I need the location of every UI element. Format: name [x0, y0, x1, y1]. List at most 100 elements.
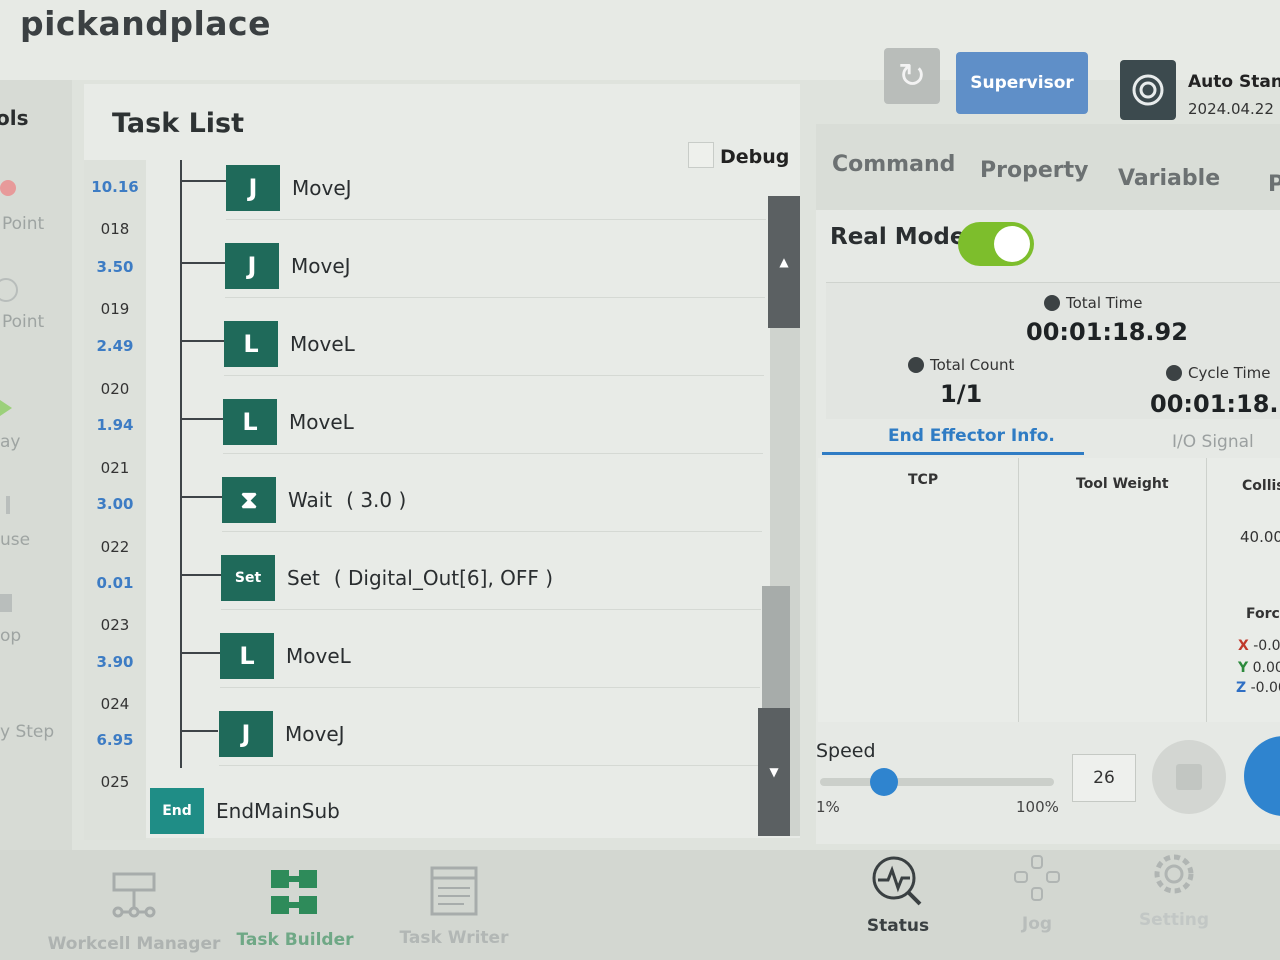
speed-slider-track[interactable] [820, 778, 1054, 786]
arrow-up-icon: ▲ [779, 255, 789, 269]
command-row[interactable]: J MoveJ [226, 157, 766, 220]
end-effector-table [818, 458, 1280, 722]
line-number: 025 [100, 773, 130, 791]
force-y-value: 0.00 [1252, 660, 1280, 676]
counter-icon [908, 357, 924, 373]
workcell-icon [112, 872, 156, 918]
cycle-time-title: Cycle Time [1166, 364, 1270, 382]
command-row[interactable]: ⧗ Wait ( 3.0 ) [222, 469, 762, 532]
command-label: Set [287, 566, 320, 590]
tab-property[interactable]: Property [980, 158, 1088, 183]
nav-jog[interactable]: Jog [1004, 850, 1070, 934]
tool-item-label[interactable]: Point [2, 312, 44, 332]
tab-more[interactable]: P [1268, 172, 1280, 197]
line-time: 0.01 [96, 574, 134, 592]
cycle-clock-icon [1166, 365, 1182, 381]
command-label: MoveL [289, 410, 354, 434]
arrow-down-icon: ▼ [769, 765, 779, 779]
nav-task-builder[interactable]: Task Builder [232, 862, 358, 950]
command-label: EndMainSub [216, 799, 340, 823]
scroll-up-button[interactable]: ▲ [768, 196, 800, 328]
tool-item-label[interactable]: use [0, 530, 30, 550]
tool-item-label[interactable]: op [0, 626, 21, 646]
task-writer-icon [430, 866, 478, 916]
tools-panel: Point Point ay use op y Step [0, 80, 72, 850]
command-label: MoveJ [292, 176, 352, 200]
tab-variable[interactable]: Variable [1118, 166, 1220, 191]
speed-value-input[interactable]: 26 [1072, 754, 1136, 802]
command-row[interactable]: L MoveL [220, 625, 760, 688]
status-icon [872, 856, 922, 906]
scroll-down-button[interactable]: ▼ [758, 708, 790, 836]
cycle-time-label: Cycle Time [1188, 364, 1271, 382]
tool-record-icon [0, 180, 16, 196]
force-z-value: -0.00 [1250, 680, 1280, 696]
line-time: 1.94 [96, 416, 134, 434]
set-icon: Set [221, 555, 275, 601]
tool-item-label[interactable]: Point [2, 214, 44, 234]
tree-branch [180, 262, 228, 264]
undo-button[interactable]: ↻ [884, 48, 940, 104]
command-argument: ( 3.0 ) [346, 488, 407, 512]
cycle-time-value: 00:01:18.77 [1150, 390, 1280, 418]
supervisor-button[interactable]: Supervisor [956, 52, 1088, 114]
tree-branch [180, 418, 224, 420]
undo-icon: ↻ [897, 56, 927, 96]
total-time-title: Total Time [1044, 294, 1143, 312]
wait-hourglass-icon: ⧗ [222, 477, 276, 523]
collision-value: 40.00 [1240, 528, 1280, 546]
line-time: 3.50 [96, 258, 134, 276]
command-row[interactable]: J MoveJ [219, 703, 759, 766]
setting-icon [1154, 854, 1194, 894]
force-z-row: Z -0.00 [1236, 680, 1280, 696]
command-row[interactable]: J MoveJ [225, 235, 765, 298]
subtab-io-signal[interactable]: I/O Signal [1172, 432, 1254, 452]
tree-branch [180, 180, 228, 182]
stop-button[interactable] [1152, 740, 1226, 814]
tool-weight-header: Tool Weight [1076, 476, 1169, 492]
nav-workcell-manager[interactable]: Workcell Manager [44, 866, 224, 954]
scroll-thumb[interactable] [762, 586, 790, 710]
tool-item-label[interactable]: y Step [0, 722, 54, 742]
tools-title: ols [0, 106, 29, 130]
total-count-title: Total Count [908, 356, 1014, 374]
stop-icon [1176, 764, 1202, 790]
total-count-value: 1/1 [940, 380, 983, 408]
line-number: 018 [100, 220, 130, 238]
speed-slider-handle[interactable] [870, 768, 898, 796]
total-time-label: Total Time [1066, 294, 1143, 312]
tool-item-label[interactable]: ay [0, 432, 20, 452]
end-icon: End [150, 788, 204, 834]
movel-icon: L [220, 633, 274, 679]
command-row[interactable]: L MoveL [223, 391, 763, 454]
command-row[interactable]: L MoveL [224, 313, 764, 376]
command-row[interactable]: Set Set ( Digital_Out[6], OFF ) [221, 547, 761, 610]
line-number: 022 [100, 538, 130, 556]
line-number: 020 [100, 380, 130, 398]
line-number: 024 [100, 695, 130, 713]
command-label: Wait [288, 488, 333, 512]
force-y-axis: Y [1238, 660, 1249, 676]
tree-branch [180, 730, 218, 732]
command-label: MoveJ [291, 254, 351, 278]
end-main-sub-row[interactable]: End EndMainSub [150, 780, 756, 842]
tool-circle-icon [0, 278, 18, 302]
table-divider [1018, 458, 1019, 722]
nav-setting[interactable]: Setting [1136, 846, 1212, 930]
line-time: 10.16 [91, 178, 139, 196]
nav-task-writer[interactable]: Task Writer [396, 862, 512, 948]
movel-icon: L [223, 399, 277, 445]
nav-status[interactable]: Status [858, 852, 938, 936]
total-count-label: Total Count [930, 356, 1015, 374]
tool-stop-icon [0, 594, 12, 612]
tab-command[interactable]: Command [832, 152, 955, 177]
total-time-value: 00:01:18.92 [1026, 318, 1188, 346]
force-x-axis: X [1238, 638, 1249, 654]
robot-logo-icon [1120, 60, 1176, 120]
nav-label: Setting [1138, 910, 1210, 930]
robot-mode-status: Auto Standb [1188, 72, 1280, 92]
table-divider [1206, 458, 1207, 722]
nav-label: Jog [1021, 914, 1053, 934]
real-mode-toggle-knob[interactable] [994, 226, 1030, 262]
subtab-end-effector-info[interactable]: End Effector Info. [888, 426, 1055, 446]
